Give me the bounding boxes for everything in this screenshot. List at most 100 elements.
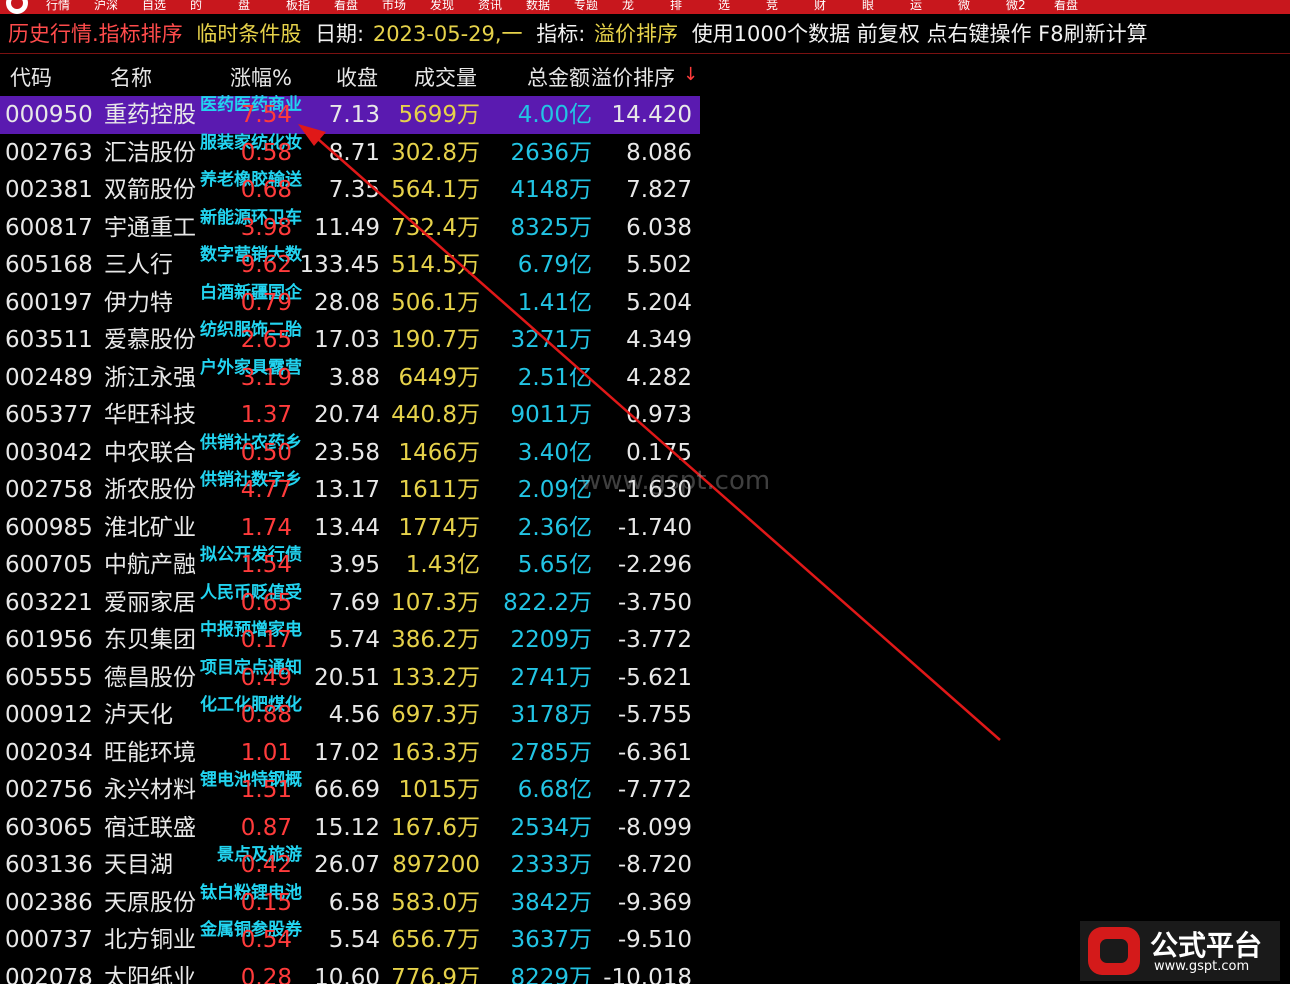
sort-down-icon: ↓: [683, 64, 699, 85]
menu-item[interactable]: 看盘: [334, 0, 358, 13]
menu-item[interactable]: 自选: [142, 0, 166, 13]
table-row[interactable]: 601956 东贝集团 中报预增家电 0.17 5.74 386.2万 2209万 -3.77…: [0, 621, 700, 659]
menu-item[interactable]: 微2: [1006, 0, 1026, 13]
menu-item[interactable]: 选: [718, 0, 730, 13]
premium-sort-value: 5.204: [626, 289, 692, 316]
table-row[interactable]: 600705 中航产融 拟公开发行债 1.54 3.95 1.43亿 5.65亿 -2.296: [0, 546, 700, 584]
table-row[interactable]: 605377 华旺科技 1.37 20.74 440.8万 9011万 0.973: [0, 396, 700, 434]
stock-name: 淮北矿业: [104, 514, 196, 541]
amount: 1.41亿: [517, 289, 592, 316]
amount: 822.2万: [503, 589, 592, 616]
stock-name: 宿迁联盛: [104, 814, 196, 841]
table-row[interactable]: 600197 伊力特 白酒新疆国企 0.79 28.08 506.1万 1.41亿 5.204: [0, 284, 700, 322]
table-row[interactable]: 000737 北方铜业 金属铜参股券 0.54 5.54 656.7万 3637万 -9.51…: [0, 921, 700, 959]
change-pct: 0.79: [240, 289, 292, 316]
premium-sort-value: -10.018: [603, 964, 692, 984]
table-row[interactable]: 603136 天目湖 景点及旅游 0.42 26.07 897200 2333万 -8.720: [0, 846, 700, 884]
stock-code: 603065: [5, 814, 93, 841]
close-price: 11.49: [314, 214, 380, 241]
volume: 5699万: [398, 102, 480, 128]
table-row[interactable]: 605168 三人行 数字营销大数 9.62 133.45 514.5万 6.79亿 5.50…: [0, 246, 700, 284]
page-title: 历史行情.指标排序: [8, 22, 183, 46]
table-row[interactable]: 000950 重药控股 医药医药商业 7.54 7.13 5699万 4.00亿 14.420: [0, 96, 700, 134]
change-pct: 7.54: [240, 102, 292, 128]
amount: 8229万: [510, 964, 592, 984]
menu-item[interactable]: 板指: [286, 0, 310, 13]
menu-item[interactable]: 眼: [862, 0, 874, 13]
menu-item[interactable]: 资讯: [478, 0, 502, 13]
table-row[interactable]: 600817 宇通重工 新能源环卫车 3.98 11.49 732.4万 8325万 6.03…: [0, 209, 700, 247]
header-close[interactable]: 收盘: [336, 62, 378, 92]
table-row[interactable]: 002489 浙江永强 户外家具露营 3.19 3.88 6449万 2.51亿 4.282: [0, 359, 700, 397]
menu-item[interactable]: 的: [190, 0, 202, 13]
volume: 1.43亿: [405, 552, 480, 578]
stock-code: 002381: [5, 177, 93, 203]
change-pct: 1.74: [240, 514, 292, 541]
table-row[interactable]: 603065 宿迁联盛 0.87 15.12 167.6万 2534万 -8.099: [0, 809, 700, 847]
table-row[interactable]: 605555 德昌股份 项目定点通知 0.49 20.51 133.2万 2741万 -5.6…: [0, 659, 700, 697]
close-price: 13.17: [314, 477, 380, 503]
stock-name: 三人行: [104, 252, 173, 278]
change-pct: 1.51: [240, 777, 292, 803]
table-row[interactable]: 002078 太阳纸业 0.28 10.60 776.9万 8229万 -10.018: [0, 959, 700, 984]
brand-logo: 公式平台 www.gspt.com: [1080, 921, 1280, 981]
premium-sort-value: 14.420: [611, 102, 692, 128]
stock-code: 002386: [5, 889, 93, 916]
header-name[interactable]: 名称: [110, 62, 152, 92]
change-pct: 0.87: [240, 814, 292, 841]
header-sort[interactable]: 溢价排序: [591, 62, 675, 92]
menu-item[interactable]: 排: [670, 0, 682, 13]
indicator-label: 指标:: [536, 22, 586, 46]
stock-code: 002756: [5, 777, 93, 803]
table-row[interactable]: 002034 旺能环境 1.01 17.02 163.3万 2785万 -6.361: [0, 734, 700, 772]
menu-item[interactable]: 行情: [46, 0, 70, 13]
menu-item[interactable]: 盘: [238, 0, 250, 13]
menu-item[interactable]: 运: [910, 0, 922, 13]
menu-item[interactable]: 看盘: [1054, 0, 1078, 13]
menu-item[interactable]: 市场: [382, 0, 406, 13]
change-pct: 0.54: [240, 927, 292, 953]
menu-item[interactable]: 发现: [430, 0, 454, 13]
menu-item[interactable]: 竞: [766, 0, 778, 13]
volume: 697.3万: [391, 702, 480, 728]
table-row[interactable]: 002756 永兴材料 锂电池特钢概 1.51 66.69 1015万 6.68亿 -7.77…: [0, 771, 700, 809]
table-row[interactable]: 603511 爱慕股份 纺织服饰二胎 2.65 17.03 190.7万 3271万 4.34…: [0, 321, 700, 359]
premium-sort-value: -2.296: [617, 552, 692, 578]
volume: 133.2万: [391, 664, 480, 691]
menu-item[interactable]: 龙: [622, 0, 634, 13]
date-value: 2023-05-29,一: [372, 22, 523, 46]
change-pct: 9.62: [240, 252, 292, 278]
premium-sort-value: -7.772: [617, 777, 692, 803]
volume: 506.1万: [391, 289, 480, 316]
change-pct: 0.28: [240, 964, 292, 984]
menu-item[interactable]: 专题: [574, 0, 598, 13]
premium-sort-value: 5.502: [626, 252, 692, 278]
amount: 3842万: [510, 889, 592, 916]
close-price: 5.74: [328, 627, 380, 653]
table-row[interactable]: 002763 汇洁股份 服装家纺化妆 0.58 8.71 302.8万 2636万 8.086: [0, 134, 700, 172]
app-logo-icon[interactable]: [6, 0, 28, 14]
table-row[interactable]: 600985 淮北矿业 1.74 13.44 1774万 2.36亿 -1.740: [0, 509, 700, 547]
table-row[interactable]: 002381 双箭股份 养老橡胶输送 0.68 7.35 564.1万 4148万 7.827: [0, 171, 700, 209]
premium-sort-value: -3.750: [617, 589, 692, 616]
header-code[interactable]: 代码: [10, 62, 52, 92]
top-menu-bar: 行情 沪深 自选 的 盘 板指 看盘 市场 发现 资讯 数据 专题 龙 排 选 竞 财 眼 运 微 微2 看盘: [0, 0, 1290, 14]
menu-item[interactable]: 微: [958, 0, 970, 13]
menu-item[interactable]: 数据: [526, 0, 550, 13]
header-volume[interactable]: 成交量: [414, 62, 477, 92]
volume: 656.7万: [391, 927, 480, 953]
volume: 564.1万: [391, 177, 480, 203]
premium-sort-value: 8.086: [626, 139, 692, 166]
close-price: 23.58: [314, 439, 380, 466]
table-row[interactable]: 000912 泸天化 化工化肥煤化 0.88 4.56 697.3万 3178万 -5.755: [0, 696, 700, 734]
brand-name: 公式平台: [1150, 929, 1263, 962]
menu-item[interactable]: 财: [814, 0, 826, 13]
table-row[interactable]: 603221 爱丽家居 人民币贬值受 0.65 7.69 107.3万 822.2万 -3.7…: [0, 584, 700, 622]
header-change[interactable]: 涨幅%: [230, 62, 292, 92]
table-row[interactable]: 002386 天原股份 钛白粉锂电池 0.15 6.58 583.0万 3842万 -9.36…: [0, 884, 700, 922]
menu-item[interactable]: 沪深: [94, 0, 118, 13]
stock-code: 003042: [5, 439, 93, 466]
amount: 2741万: [510, 664, 592, 691]
premium-sort-value: -5.755: [617, 702, 692, 728]
header-amount[interactable]: 总金额: [527, 62, 590, 92]
